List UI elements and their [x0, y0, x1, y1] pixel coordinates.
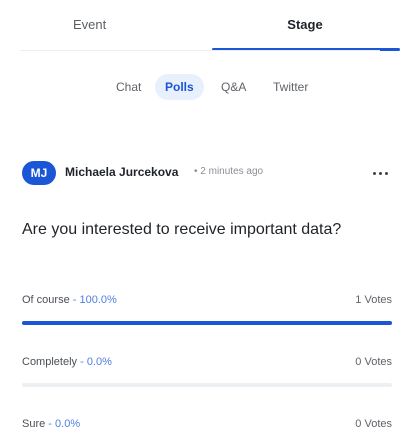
subtab-qa[interactable]: Q&A [221, 74, 246, 100]
tab-divider [20, 50, 380, 51]
option-label: Of course [22, 294, 70, 306]
option-separator: - [77, 356, 87, 368]
option-percent: 0.0% [86, 356, 112, 368]
option-progress-track [22, 321, 392, 325]
option-label: Completely [22, 356, 78, 368]
poll-option[interactable]: Completely - 0.0% 0 Votes [22, 356, 392, 396]
option-percent: 0.0% [55, 418, 81, 430]
poll-option[interactable]: Sure - 0.0% 0 Votes [22, 418, 392, 439]
option-progress-fill [22, 321, 392, 325]
author-name: Michaela Jurcekova [65, 165, 179, 179]
option-separator: - [45, 418, 56, 430]
poll-question: Are you interested to receive important … [22, 221, 342, 238]
post-timestamp: • 2 minutes ago [194, 166, 264, 177]
poll-post-header: MJ Michaela Jurcekova • 2 minutes ago [22, 161, 392, 185]
option-progress-track [22, 383, 392, 387]
avatar: MJ [22, 161, 56, 185]
tab-stage[interactable]: Stage [240, 17, 370, 32]
poll-option[interactable]: Of course - 100.0% 1 Votes [22, 294, 392, 334]
sub-tab-bar: Chat Polls Q&A Twitter [0, 74, 408, 100]
option-separator: - [69, 294, 80, 306]
option-votes: 0 Votes [355, 356, 392, 368]
subtab-polls[interactable]: Polls [155, 74, 204, 100]
more-horizontal-icon[interactable] [370, 161, 390, 185]
option-percent: 100.0% [79, 294, 117, 306]
subtab-chat[interactable]: Chat [116, 74, 141, 100]
option-votes: 1 Votes [355, 294, 392, 306]
subtab-twitter[interactable]: Twitter [273, 74, 308, 100]
option-label: Sure [22, 418, 46, 430]
top-tab-bar: Event Stage [20, 0, 400, 51]
tab-event[interactable]: Event [73, 17, 153, 32]
option-votes: 0 Votes [355, 418, 392, 430]
